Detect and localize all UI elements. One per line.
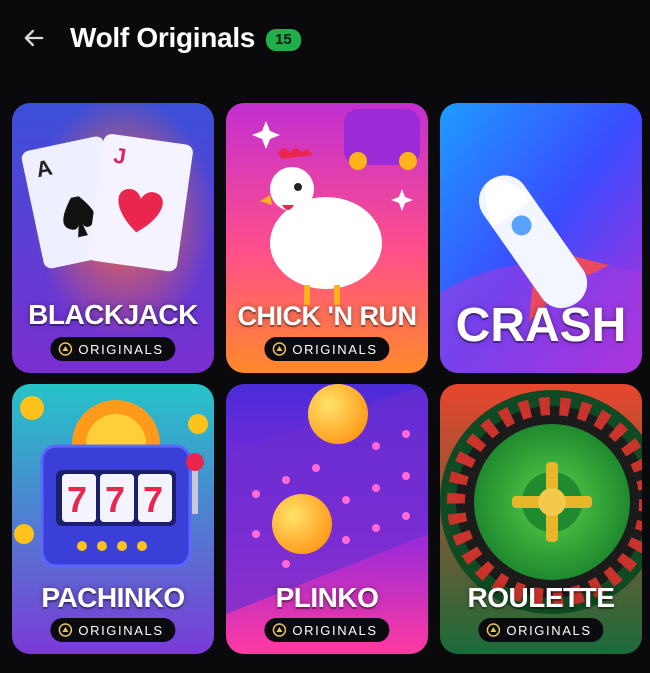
wolf-logo-icon bbox=[272, 342, 287, 356]
game-card-blackjack[interactable]: A J BLACKJACK ORIGINALS bbox=[12, 103, 214, 373]
wolf-logo-icon bbox=[58, 623, 73, 637]
page-header: Wolf Originals 15 bbox=[0, 0, 650, 80]
game-card-chick-n-run[interactable]: CHICK 'N RUN ORIGINALS bbox=[226, 103, 428, 373]
blackjack-artwork: A J bbox=[12, 103, 214, 373]
game-title: PACHINKO bbox=[41, 582, 185, 613]
originals-label: ORIGINALS bbox=[78, 341, 164, 357]
originals-tag: ORIGINALS bbox=[264, 337, 390, 361]
wolf-logo-icon bbox=[486, 623, 501, 637]
game-card-crash[interactable]: CRASH bbox=[440, 103, 642, 373]
page-title: Wolf Originals bbox=[70, 22, 256, 53]
svg-text:7: 7 bbox=[143, 479, 163, 520]
originals-label: ORIGINALS bbox=[292, 622, 378, 638]
originals-tag: ORIGINALS bbox=[264, 618, 390, 642]
game-card-roulette[interactable]: ROULETTE ORIGINALS bbox=[440, 384, 642, 654]
game-title: PLINKO bbox=[275, 582, 379, 613]
game-title: ROULETTE bbox=[467, 582, 615, 613]
back-arrow-icon[interactable] bbox=[20, 24, 48, 52]
originals-tag: ORIGINALS bbox=[478, 618, 604, 642]
game-card-plinko[interactable]: PLINKO ORIGINALS bbox=[226, 384, 428, 654]
originals-tag: ORIGINALS bbox=[50, 618, 176, 642]
originals-label: ORIGINALS bbox=[292, 341, 378, 357]
originals-label: ORIGINALS bbox=[506, 622, 592, 638]
game-title: CHICK 'N RUN bbox=[237, 301, 417, 331]
game-title: CRASH bbox=[455, 299, 627, 352]
svg-text:7: 7 bbox=[67, 479, 87, 520]
svg-text:7: 7 bbox=[105, 479, 125, 520]
originals-label: ORIGINALS bbox=[78, 622, 164, 638]
wolf-logo-icon bbox=[272, 623, 287, 637]
games-count-badge: 15 bbox=[266, 29, 301, 51]
game-title: BLACKJACK bbox=[28, 299, 198, 330]
wolf-logo-icon bbox=[58, 342, 73, 356]
originals-tag: ORIGINALS bbox=[50, 337, 176, 361]
chick-n-run-artwork bbox=[226, 103, 428, 373]
game-card-pachinko[interactable]: 7 7 7 PACHINKO ORIGINALS bbox=[12, 384, 214, 654]
